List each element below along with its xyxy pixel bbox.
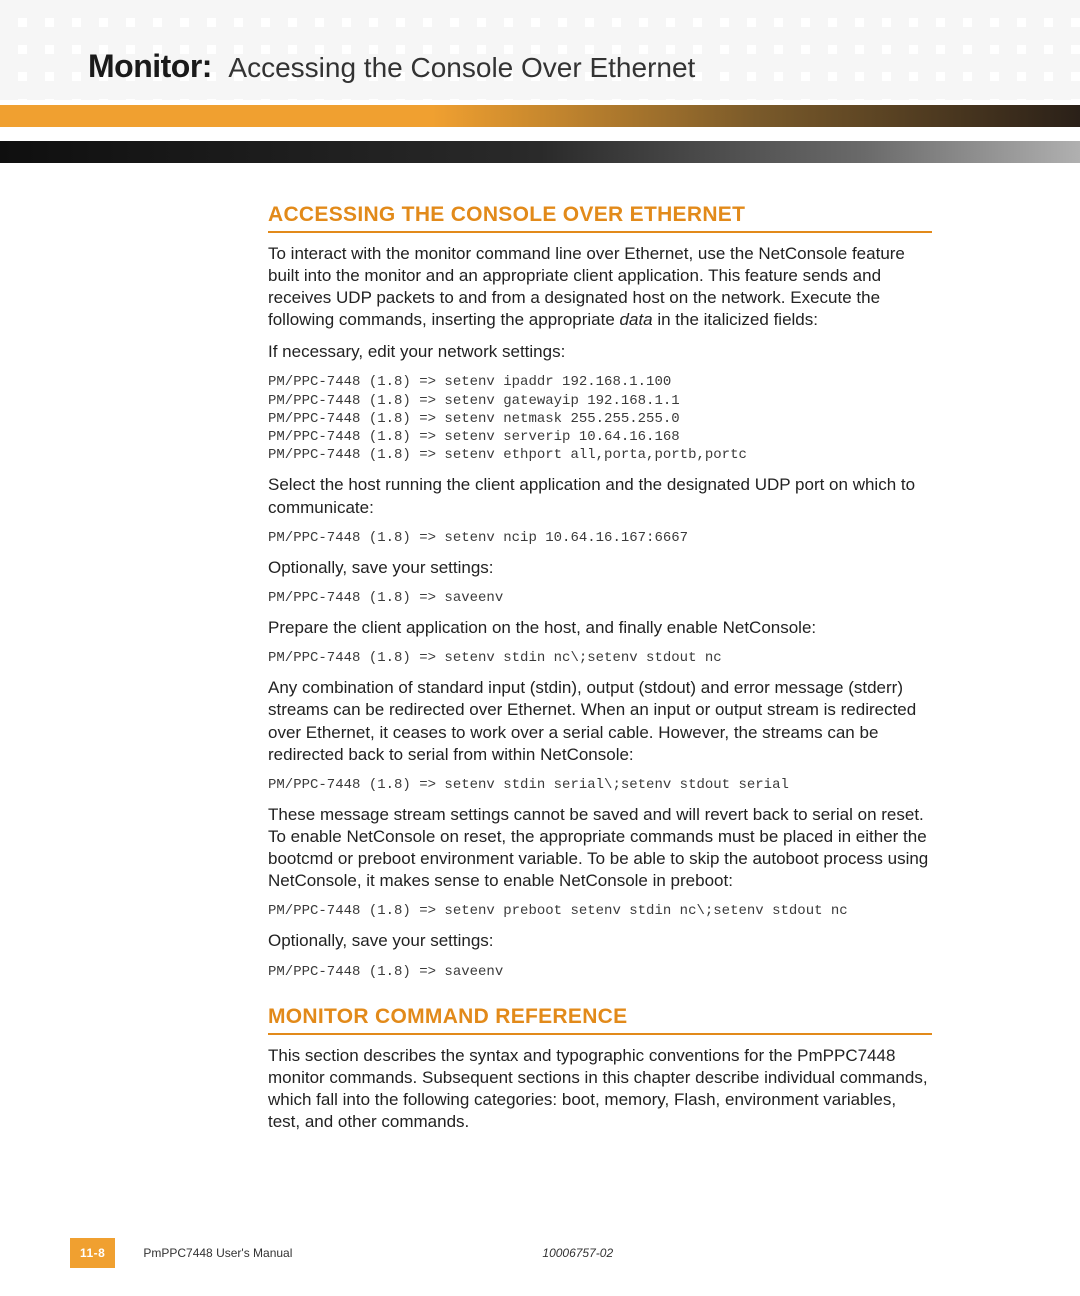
code-block-stdin-nc: PM/PPC-7448 (1.8) => setenv stdin nc\;se… (268, 649, 932, 667)
text-italic: data (620, 310, 653, 329)
page-header: Monitor: Accessing the Console Over Ethe… (0, 0, 1080, 85)
text: in the italicized fields: (653, 310, 818, 329)
header-title: Accessing the Console Over Ethernet (228, 52, 695, 83)
code-block-saveenv2: PM/PPC-7448 (1.8) => saveenv (268, 963, 932, 981)
paragraph-host: Select the host running the client appli… (268, 474, 932, 518)
paragraph-intro: To interact with the monitor command lin… (268, 243, 932, 331)
code-block-stdin-serial: PM/PPC-7448 (1.8) => setenv stdin serial… (268, 776, 932, 794)
paragraph-save1: Optionally, save your settings: (268, 557, 932, 579)
main-content: ACCESSING THE CONSOLE OVER ETHERNET To i… (268, 203, 932, 1133)
code-block-saveenv1: PM/PPC-7448 (1.8) => saveenv (268, 589, 932, 607)
paragraph-reference: This section describes the syntax and ty… (268, 1045, 932, 1133)
accent-bar-dark (0, 141, 1080, 163)
footer-manual-title: PmPPC7448 User's Manual (143, 1246, 292, 1260)
page-footer: 11-8 PmPPC7448 User's Manual 10006757-02 (0, 1238, 1080, 1296)
code-block-ncip: PM/PPC-7448 (1.8) => setenv ncip 10.64.1… (268, 529, 932, 547)
footer-document-number: 10006757-02 (542, 1246, 613, 1260)
paragraph-streams: Any combination of standard input (stdin… (268, 677, 932, 765)
page-number-badge: 11-8 (70, 1238, 115, 1268)
paragraph-enable: Prepare the client application on the ho… (268, 617, 932, 639)
section-heading-accessing: ACCESSING THE CONSOLE OVER ETHERNET (268, 203, 932, 233)
paragraph-network: If necessary, edit your network settings… (268, 341, 932, 363)
header-prefix: Monitor: (88, 48, 212, 84)
accent-bar-orange (0, 105, 1080, 127)
code-block-preboot: PM/PPC-7448 (1.8) => setenv preboot sete… (268, 902, 932, 920)
paragraph-save2: Optionally, save your settings: (268, 930, 932, 952)
code-block-network: PM/PPC-7448 (1.8) => setenv ipaddr 192.1… (268, 373, 932, 464)
section-heading-reference: MONITOR COMMAND REFERENCE (268, 1005, 932, 1035)
paragraph-preboot: These message stream settings cannot be … (268, 804, 932, 892)
